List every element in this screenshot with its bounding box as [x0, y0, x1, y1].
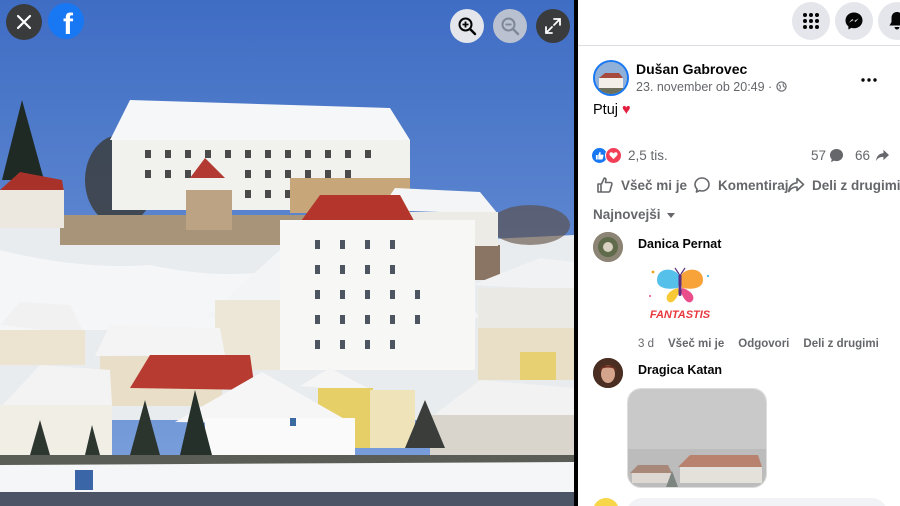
- butterfly-icon: [649, 267, 710, 303]
- comment-input[interactable]: [627, 498, 887, 506]
- shares-count[interactable]: 66: [855, 148, 870, 163]
- comment-meta: 3 d Všeč mi je Odgovori Deli z drugimi: [638, 338, 879, 350]
- photo-viewer: f: [0, 0, 578, 506]
- post-body: Ptuj ♥: [593, 102, 631, 118]
- globe-icon: [776, 81, 787, 92]
- commenter-avatar[interactable]: [593, 232, 623, 262]
- zoom-in-icon: [458, 17, 477, 36]
- emoji-avatar[interactable]: [593, 498, 619, 506]
- commenter-name[interactable]: Danica Pernat: [638, 237, 721, 251]
- comment-bubble-icon: [829, 148, 844, 163]
- sticker-text: FANTASTIS: [650, 309, 711, 321]
- comment-reply-link[interactable]: Odgovori: [738, 338, 789, 350]
- notifications-button[interactable]: [878, 2, 900, 40]
- post-author[interactable]: Dušan Gabrovec: [636, 61, 747, 77]
- post-timestamp[interactable]: 23. november ob 20:49 ·: [636, 80, 787, 94]
- share-arrow-icon: [876, 149, 889, 162]
- facebook-photo-viewer: f Dušan Gabrovec 23. november ob 20:49 ·…: [0, 0, 900, 506]
- commenter-avatar[interactable]: [593, 358, 623, 388]
- zoom-out-icon: [501, 17, 520, 36]
- comments-count[interactable]: 57: [811, 148, 826, 163]
- more-options-button[interactable]: [854, 66, 884, 86]
- more-icon: [861, 78, 877, 82]
- close-button[interactable]: [6, 4, 42, 40]
- fullscreen-button[interactable]: [536, 9, 570, 43]
- close-icon: [16, 14, 32, 30]
- zoom-out-button[interactable]: [493, 9, 527, 43]
- share-button[interactable]: Deli z drugimi: [787, 173, 900, 197]
- author-avatar[interactable]: [593, 60, 629, 96]
- comment-share-link[interactable]: Deli z drugimi: [803, 338, 878, 350]
- comment-time[interactable]: 3 d: [638, 338, 654, 350]
- love-reaction-icon[interactable]: [605, 147, 622, 164]
- messenger-button[interactable]: [835, 2, 873, 40]
- fantastic-sticker[interactable]: FANTASTIS: [645, 266, 715, 324]
- zoom-in-button[interactable]: [450, 9, 484, 43]
- post-actions: Všeč mi je Komentiraj Deli z drugimi: [578, 173, 900, 197]
- commenter-name[interactable]: Dragica Katan: [638, 363, 722, 377]
- comment-like-link[interactable]: Všeč mi je: [668, 338, 724, 350]
- header-divider: [578, 45, 900, 46]
- bell-icon: [889, 12, 900, 30]
- comment-photo[interactable]: [627, 388, 767, 488]
- expand-icon: [545, 18, 561, 34]
- top-bar: [578, 0, 900, 44]
- menu-grid-icon: [803, 13, 819, 29]
- menu-button[interactable]: [792, 2, 830, 40]
- comment-sort-dropdown[interactable]: Najnovejši: [593, 207, 675, 222]
- share-icon: [788, 177, 805, 193]
- reactions-count[interactable]: 2,5 tis.: [628, 148, 668, 163]
- post-detail-pane: Dušan Gabrovec 23. november ob 20:49 · P…: [578, 0, 900, 506]
- comment-composer: [593, 496, 893, 506]
- comment-button[interactable]: Komentiraj: [693, 173, 789, 197]
- post-text: Ptuj: [593, 102, 623, 118]
- facebook-logo[interactable]: f: [48, 3, 84, 39]
- post-photo[interactable]: [0, 0, 574, 506]
- chevron-down-icon: [666, 212, 675, 218]
- avatar-image: [595, 62, 627, 94]
- thumbs-up-icon: [597, 177, 613, 193]
- messenger-icon: [845, 12, 863, 30]
- heart-emoji: ♥: [622, 102, 631, 118]
- foggy-town-image: [628, 389, 766, 487]
- comment-icon: [694, 177, 710, 193]
- like-button[interactable]: Všeč mi je: [596, 173, 687, 197]
- post-stats: 2,5 tis. 57 66: [591, 145, 891, 165]
